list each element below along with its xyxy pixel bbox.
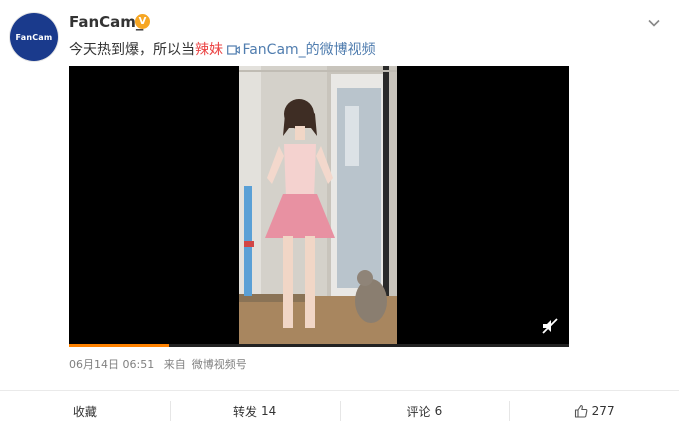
- comment-count: 6: [434, 404, 443, 418]
- repost-label: 转发: [232, 404, 257, 419]
- progress-fill: [69, 344, 169, 347]
- mute-icon[interactable]: [541, 317, 559, 335]
- video-link[interactable]: FanCam_的微博视频: [227, 42, 376, 58]
- favorite-label: 收藏: [72, 404, 97, 419]
- video-link-icon: [227, 45, 241, 55]
- repost-count: 14: [260, 404, 277, 418]
- favorite-button[interactable]: 收藏: [0, 392, 170, 430]
- video-player[interactable]: [69, 66, 569, 347]
- avatar[interactable]: FanCam: [10, 13, 58, 61]
- like-button[interactable]: 277: [509, 392, 679, 430]
- comment-button[interactable]: 评论 6: [339, 392, 510, 430]
- thumbs-up-icon: [574, 404, 588, 418]
- author-name[interactable]: FanCam_: [69, 13, 143, 31]
- avatar-logo-text: FanCam: [15, 32, 53, 42]
- divider: [0, 390, 679, 391]
- post-text-highlight: 辣妹: [195, 42, 223, 58]
- verified-badge-icon: V: [135, 14, 150, 29]
- action-bar: 收藏 转发 14 评论 6 277: [0, 392, 679, 430]
- post-meta: 06月14日 06:51 来自 微博视频号: [69, 356, 253, 372]
- video-frame: [239, 66, 397, 347]
- video-link-label: FanCam_的微博视频: [242, 42, 376, 58]
- post-date[interactable]: 06月14日 06:51: [69, 358, 154, 371]
- progress-track[interactable]: [69, 344, 569, 347]
- post-source[interactable]: 微博视频号: [192, 358, 247, 371]
- like-count: 277: [591, 404, 615, 418]
- chevron-down-icon[interactable]: [645, 14, 663, 32]
- post-text-prefix: 今天热到爆，所以当: [69, 42, 195, 58]
- post-text: 今天热到爆，所以当辣妹 FanCam_的微博视频: [69, 39, 376, 59]
- source-prefix: 来自: [163, 358, 186, 371]
- comment-label: 评论: [406, 404, 431, 419]
- video-thumbnail: [239, 66, 397, 347]
- repost-button[interactable]: 转发 14: [169, 392, 340, 430]
